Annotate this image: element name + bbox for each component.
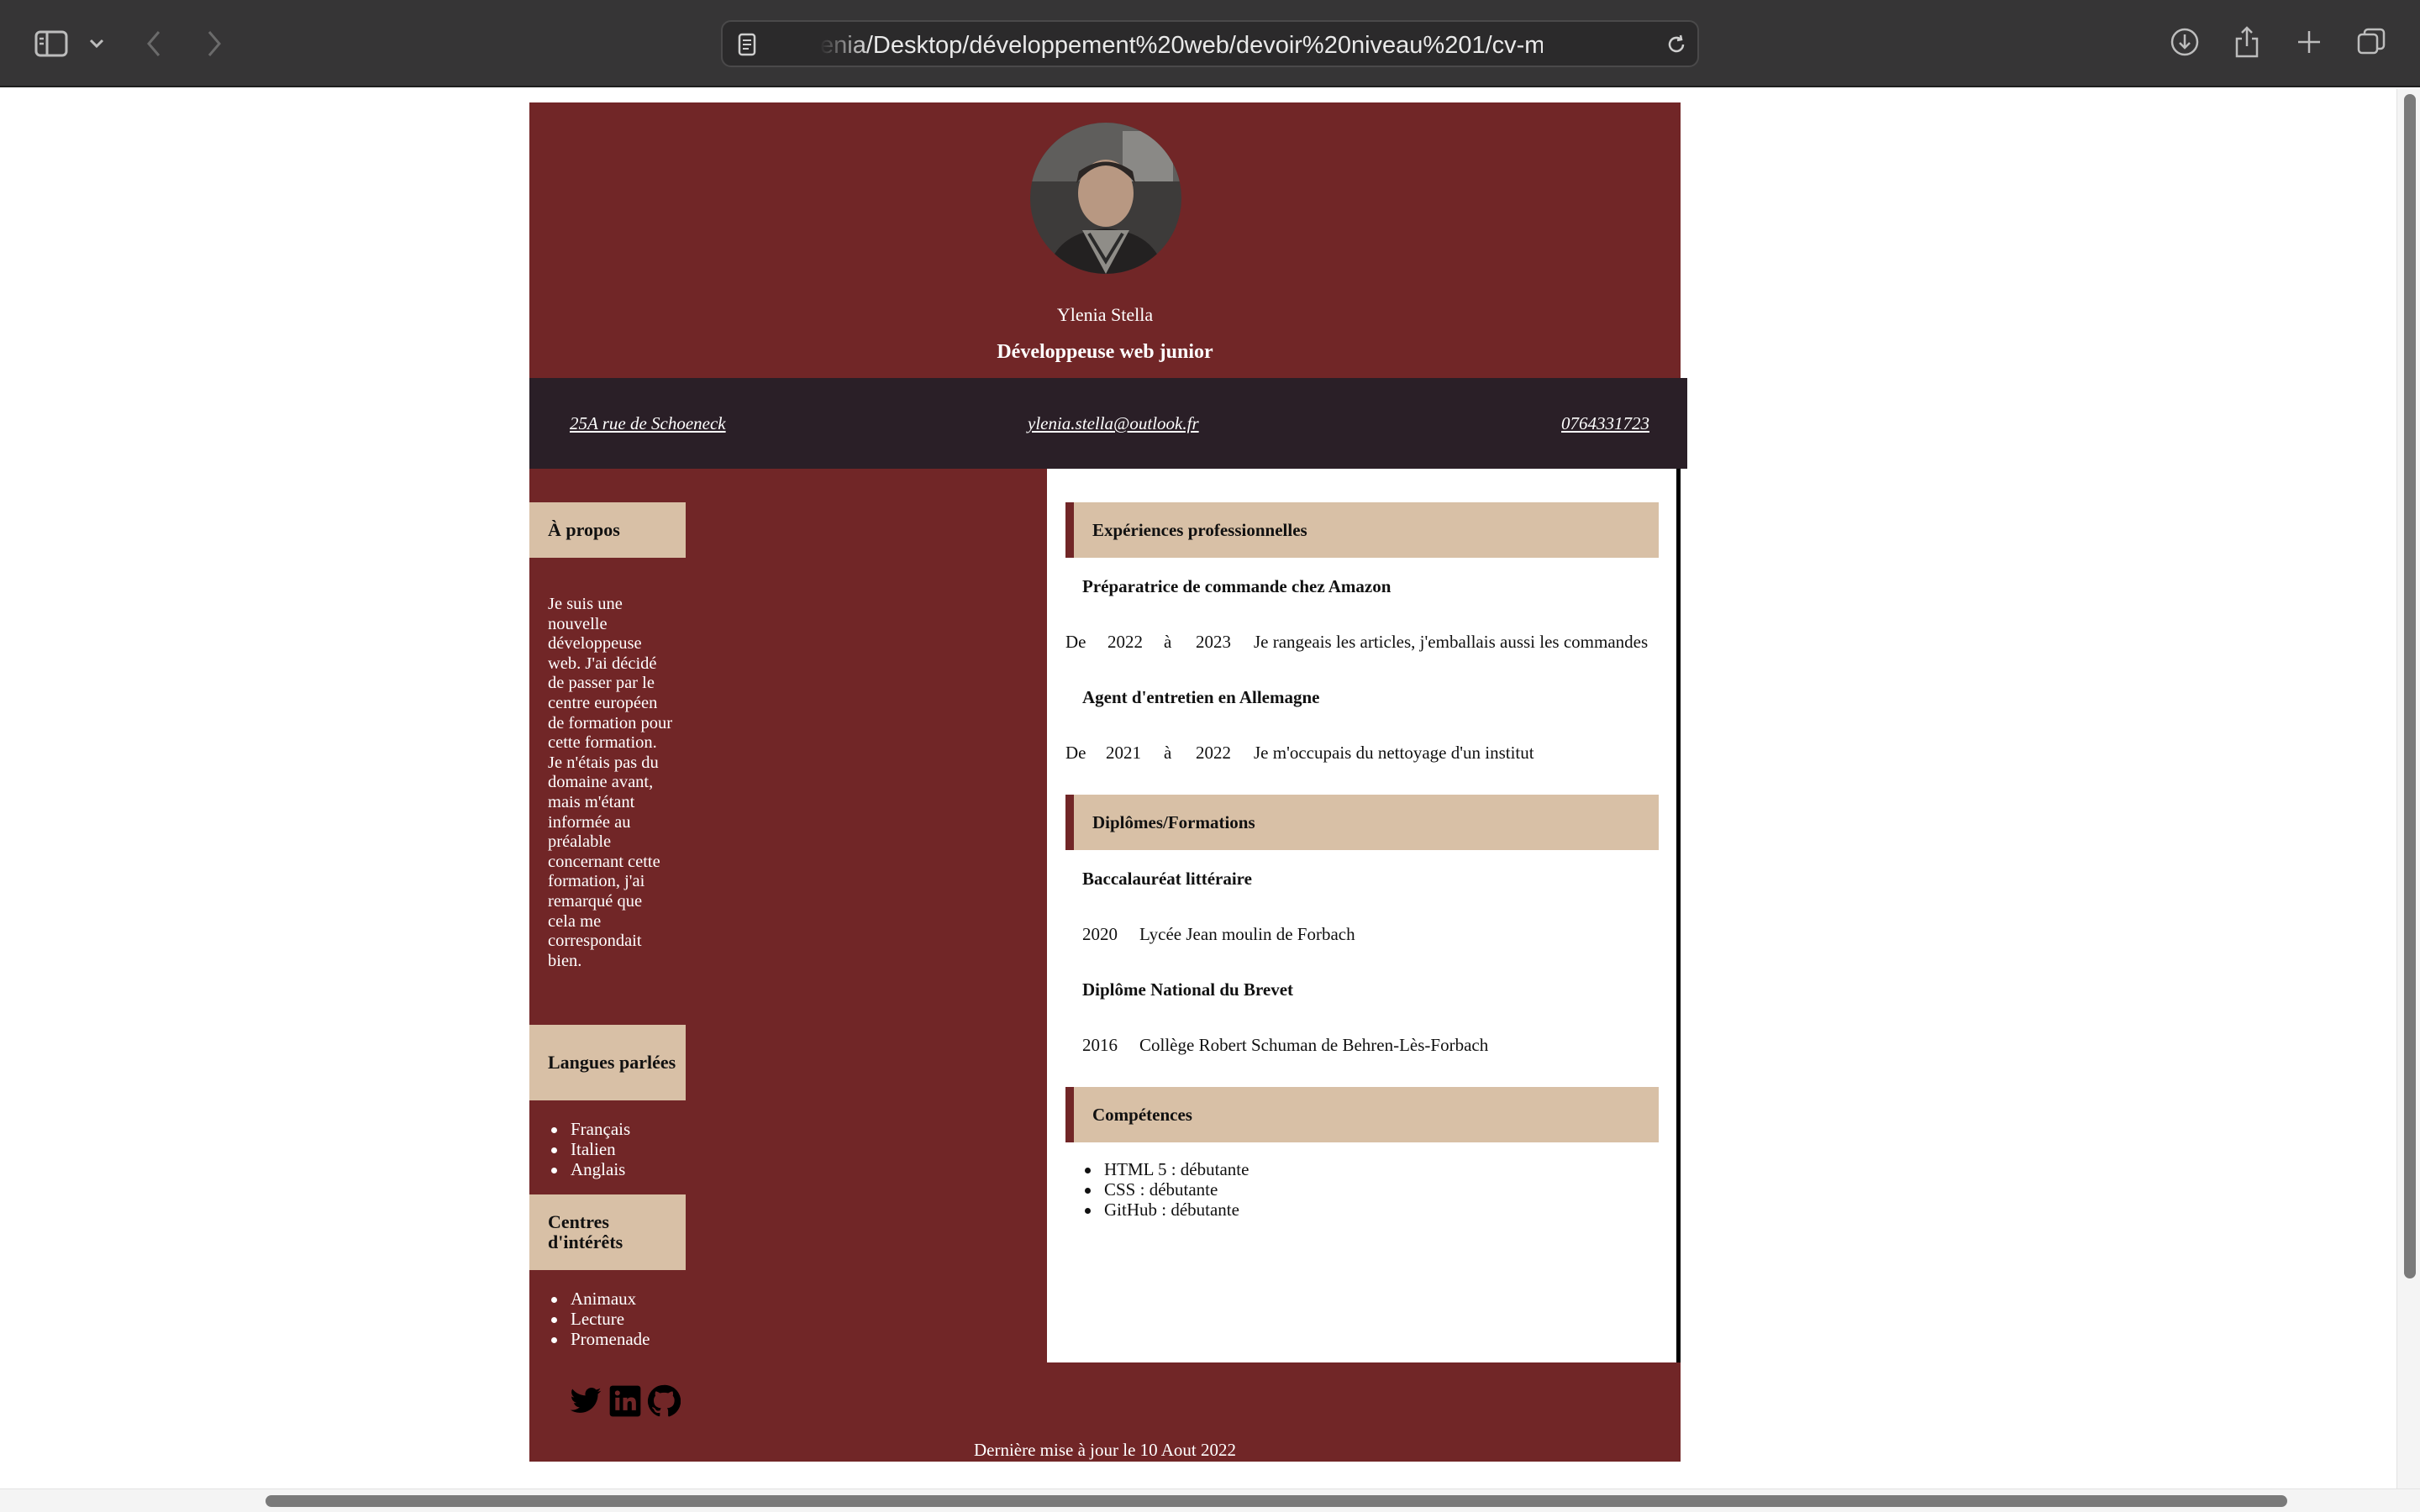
skills-heading: Compétences (1065, 1087, 1659, 1142)
date-separator: à (1164, 632, 1172, 652)
new-tab-icon[interactable] (2294, 27, 2324, 57)
diploma-school: Lycée Jean moulin de Forbach (1139, 924, 1355, 944)
list-item: Promenade (550, 1329, 650, 1349)
github-icon[interactable] (647, 1384, 682, 1418)
list-item: Lecture (550, 1309, 650, 1329)
diploma-title: Diplôme National du Brevet (1082, 979, 1294, 1000)
interests-heading: Centres d'intérêts (529, 1194, 686, 1270)
diploma-title: Baccalauréat littéraire (1082, 869, 1252, 889)
tab-overview-icon[interactable] (2354, 25, 2388, 59)
date-separator: à (1164, 743, 1172, 763)
right-panel: Expériences professionnelles Préparatric… (1047, 469, 1681, 1362)
skills-list: HTML 5 : débutante CSS : débutante GitHu… (1084, 1159, 1249, 1220)
date-from: 2021 (1106, 743, 1141, 763)
date-from: 2022 (1107, 632, 1143, 652)
browser-toolbar: enia/Desktop/développement%20web/devoir%… (0, 0, 2420, 87)
list-item: CSS : débutante (1084, 1179, 1249, 1200)
vertical-scrollbar-thumb[interactable] (2404, 94, 2416, 1278)
date-label: De (1065, 743, 1086, 763)
twitter-icon[interactable] (568, 1384, 603, 1418)
profile-photo (1030, 123, 1181, 274)
list-item: HTML 5 : débutante (1084, 1159, 1249, 1179)
date-to: 2022 (1196, 743, 1231, 763)
profile-title: Développeuse web junior (997, 341, 1213, 363)
job-description: Je m'occupais du nettoyage d'un institut (1254, 743, 1534, 763)
download-icon[interactable] (2168, 25, 2202, 59)
sidebar-toggle-icon[interactable] (32, 29, 71, 59)
chevron-down-icon[interactable] (86, 32, 108, 55)
cv-page: Ylenia Stella Développeuse web junior 25… (529, 102, 1687, 1462)
linkedin-icon[interactable] (608, 1384, 644, 1418)
languages-heading: Langues parlées (529, 1025, 686, 1100)
page-icon (734, 32, 760, 57)
diploma-school: Collège Robert Schuman de Behren-Lès-For… (1139, 1035, 1489, 1055)
profile-name: Ylenia Stella (1056, 304, 1154, 325)
address-bar[interactable]: enia/Desktop/développement%20web/devoir%… (721, 20, 1699, 67)
forward-icon[interactable] (200, 27, 229, 60)
job-description: Je rangeais les articles, j'emballais au… (1254, 632, 1649, 652)
list-item: Italien (550, 1139, 630, 1159)
experience-heading: Expériences professionnelles (1065, 502, 1659, 558)
horizontal-scrollbar-thumb[interactable] (266, 1495, 2287, 1507)
interests-list: Animaux Lecture Promenade (550, 1289, 650, 1349)
share-icon[interactable] (2232, 24, 2262, 60)
reload-icon[interactable] (1664, 32, 1689, 57)
job-title: Préparatrice de commande chez Amazon (1082, 576, 1392, 596)
address-link[interactable]: 25A rue de Schoeneck (570, 413, 726, 434)
date-label: De (1065, 632, 1086, 652)
url-text[interactable]: enia/Desktop/développement%20web/devoir%… (820, 32, 1543, 59)
list-item: Animaux (550, 1289, 650, 1309)
last-updated: Dernière mise à jour le 10 Aout 2022 (973, 1440, 1236, 1460)
horizontal-scrollbar[interactable] (0, 1488, 2420, 1512)
languages-list: Français Italien Anglais (550, 1119, 631, 1179)
phone-link[interactable]: 0764331723 (1561, 413, 1649, 434)
education-heading: Diplômes/Formations (1065, 795, 1659, 850)
date-to: 2023 (1196, 632, 1231, 652)
list-item: Anglais (550, 1159, 630, 1179)
back-icon[interactable] (139, 27, 168, 60)
vertical-scrollbar[interactable] (2396, 89, 2420, 1490)
job-title: Agent d'entretien en Allemagne (1082, 687, 1320, 707)
diploma-year: 2016 (1082, 1035, 1118, 1055)
left-column: À propos Je suis une nouvelle développeu… (529, 469, 1050, 1362)
about-heading: À propos (529, 502, 686, 558)
diploma-year: 2020 (1082, 924, 1118, 944)
list-item: GitHub : débutante (1084, 1200, 1249, 1220)
email-link[interactable]: ylenia.stella@outlook.fr (1028, 413, 1199, 434)
about-text: Je suis une nouvelle développeuse web. J… (548, 595, 673, 970)
list-item: Français (550, 1119, 631, 1139)
url-fade (820, 30, 871, 60)
contact-bar: 25A rue de Schoeneck ylenia.stella@outlo… (529, 378, 1687, 469)
